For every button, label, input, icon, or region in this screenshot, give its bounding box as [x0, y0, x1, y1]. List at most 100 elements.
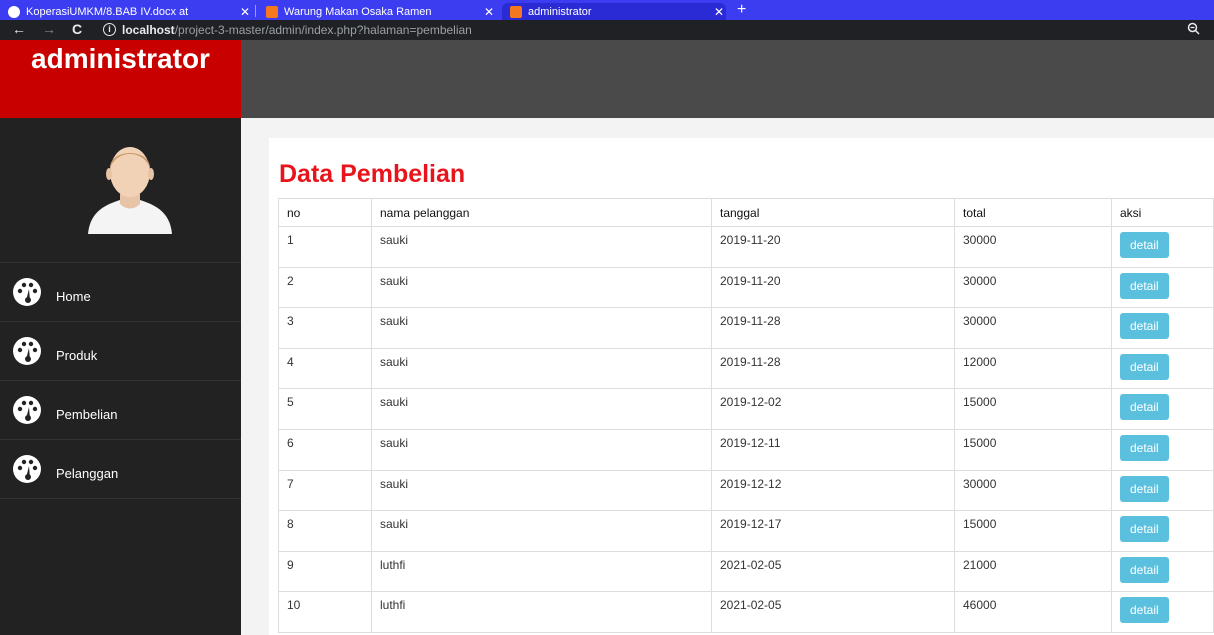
cell-aksi: detail	[1111, 226, 1214, 268]
page-title: Data Pembelian	[279, 160, 466, 188]
tab-title: Warung Makan Osaka Ramen	[284, 5, 432, 18]
table-row: 4 sauki 2019-11-28 12000 detail	[278, 347, 1214, 390]
browser-tab-strip: KoperasiUMKM/8.BAB IV.docx at ✕ Warung M…	[0, 0, 1214, 20]
sidebar-item-label: Home	[56, 288, 91, 304]
zoom-icon[interactable]	[1187, 22, 1200, 38]
close-icon[interactable]: ✕	[238, 5, 252, 19]
detail-button[interactable]: detail	[1120, 272, 1169, 299]
cell-nama: sauki	[371, 428, 712, 471]
cell-no: 7	[278, 469, 372, 512]
browser-tab-github[interactable]: KoperasiUMKM/8.BAB IV.docx at ✕	[0, 3, 252, 20]
cell-no: 10	[278, 591, 372, 633]
back-arrow-icon[interactable]: ←	[12, 21, 26, 37]
detail-button[interactable]: detail	[1120, 313, 1169, 340]
brand-header[interactable]: administrator	[0, 40, 241, 118]
cell-nama: sauki	[371, 510, 712, 552]
dashboard-icon	[13, 396, 41, 424]
cell-aksi: detail	[1111, 510, 1214, 552]
sidebar-item-produk[interactable]: Produk	[0, 321, 241, 380]
table-row: 5 sauki 2019-12-02 15000 detail	[278, 388, 1214, 430]
sidebar: administrator Home Produk Pembelian Pela…	[0, 40, 241, 635]
xampp-icon	[510, 5, 522, 18]
table-row: 2 sauki 2019-11-20 30000 detail	[278, 266, 1214, 309]
cell-aksi: detail	[1111, 428, 1214, 471]
dashboard-icon	[13, 337, 41, 365]
cell-total: 30000	[954, 469, 1112, 512]
cell-tanggal: 2019-12-02	[711, 388, 955, 430]
cell-no: 5	[278, 388, 372, 430]
cell-aksi: detail	[1111, 347, 1214, 390]
new-tab-icon[interactable]: +	[737, 1, 746, 19]
cell-no: 8	[278, 510, 372, 552]
brand-title: administrator	[31, 43, 210, 74]
sidebar-item-pembelian[interactable]: Pembelian	[0, 380, 241, 439]
cell-aksi: detail	[1111, 591, 1214, 633]
cell-tanggal: 2019-11-28	[711, 347, 955, 390]
column-header-no: no	[278, 198, 372, 227]
close-icon[interactable]: ✕	[482, 5, 496, 19]
cell-no: 6	[278, 428, 372, 471]
table-row: 1 sauki 2019-11-20 30000 detail	[278, 226, 1214, 268]
column-header-tanggal: tanggal	[711, 198, 955, 227]
cell-total: 30000	[954, 266, 1112, 309]
dashboard-icon	[13, 278, 41, 306]
table-row: 8 sauki 2019-12-17 15000 detail	[278, 510, 1214, 552]
purchases-table: no nama pelanggan tanggal total aksi 1 s…	[278, 198, 1214, 633]
cell-total: 46000	[954, 591, 1112, 633]
url-host: localhost	[122, 23, 175, 37]
column-header-nama-pelanggan: nama pelanggan	[371, 198, 712, 227]
sidebar-item-label: Pelanggan	[56, 465, 119, 481]
table-row: 3 sauki 2019-11-28 30000 detail	[278, 307, 1214, 349]
detail-button[interactable]: detail	[1120, 394, 1169, 421]
cell-total: 12000	[954, 347, 1112, 390]
tab-title: administrator	[528, 5, 592, 18]
cell-no: 3	[278, 307, 372, 349]
browser-tab-osaka[interactable]: Warung Makan Osaka Ramen ✕	[258, 3, 496, 20]
close-icon[interactable]: ✕	[712, 5, 726, 19]
cell-tanggal: 2019-11-20	[711, 266, 955, 309]
cell-aksi: detail	[1111, 388, 1214, 430]
cell-tanggal: 2019-12-11	[711, 428, 955, 471]
table-header-row: no nama pelanggan tanggal total aksi	[278, 198, 1214, 227]
sidebar-item-home[interactable]: Home	[0, 262, 241, 321]
column-header-aksi: aksi	[1111, 198, 1214, 227]
detail-button[interactable]: detail	[1120, 434, 1169, 461]
cell-no: 4	[278, 347, 372, 390]
cell-tanggal: 2019-12-17	[711, 510, 955, 552]
detail-button[interactable]: detail	[1120, 556, 1169, 583]
sidebar-item-label: Pembelian	[56, 406, 118, 422]
cell-tanggal: 2019-12-12	[711, 469, 955, 512]
forward-arrow-icon[interactable]: →	[42, 21, 56, 37]
url-path: /project-3-master/admin/index.php?halama…	[174, 23, 472, 37]
cell-aksi: detail	[1111, 266, 1214, 309]
column-header-total: total	[954, 198, 1112, 227]
github-icon	[8, 5, 20, 18]
cell-nama: sauki	[371, 266, 712, 309]
cell-nama: sauki	[371, 469, 712, 512]
detail-button[interactable]: detail	[1120, 597, 1169, 624]
cell-total: 30000	[954, 226, 1112, 268]
detail-button[interactable]: detail	[1120, 353, 1169, 380]
dashboard-icon	[13, 455, 41, 483]
cell-nama: sauki	[371, 307, 712, 349]
sidebar-item-pelanggan[interactable]: Pelanggan	[0, 439, 241, 498]
cell-total: 30000	[954, 307, 1112, 349]
top-navbar	[241, 40, 1214, 118]
sidebar-menu: Home Produk Pembelian Pelanggan	[0, 262, 241, 499]
cell-total: 15000	[954, 388, 1112, 430]
cell-nama: luthfi	[371, 591, 712, 633]
table-row: 10 luthfi 2021-02-05 46000 detail	[278, 591, 1214, 633]
sidebar-item-label: Produk	[56, 347, 98, 363]
tab-title: KoperasiUMKM/8.BAB IV.docx at	[26, 5, 189, 18]
table-row: 6 sauki 2019-12-11 15000 detail	[278, 428, 1214, 471]
tab-separator	[255, 5, 256, 17]
detail-button[interactable]: detail	[1120, 232, 1169, 258]
reload-icon[interactable]: C	[72, 21, 82, 37]
info-icon[interactable]: i	[103, 23, 116, 36]
cell-tanggal: 2019-11-28	[711, 307, 955, 349]
browser-tab-administrator[interactable]: administrator ✕	[502, 3, 726, 20]
url-field[interactable]: localhost/project-3-master/admin/index.p…	[122, 23, 472, 37]
cell-total: 15000	[954, 510, 1112, 552]
detail-button[interactable]: detail	[1120, 516, 1169, 543]
detail-button[interactable]: detail	[1120, 475, 1169, 502]
